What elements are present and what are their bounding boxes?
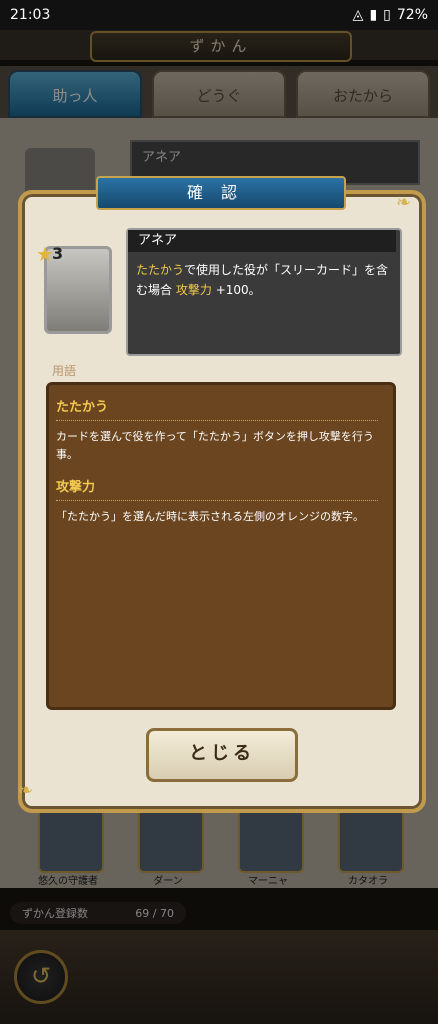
term-divider (56, 500, 378, 501)
term-text: 「たたかう」を選んだ時に表示される左側のオレンジの数字。 (56, 510, 364, 523)
term-title: たたかう (56, 400, 109, 415)
rarity-number: 3 (52, 244, 64, 263)
status-time: 21:03 (10, 7, 51, 23)
skill-description: たたかうで使用した役が「スリーカード」を含む場合 攻撃力 +100。 (136, 260, 390, 300)
term-title: 攻撃力 (56, 480, 96, 495)
signal-icon: ▮ (369, 7, 378, 23)
dialog-title: 確認 (96, 176, 346, 210)
status-bar: 21:03 ◬ ▮ ▯ 72% (0, 0, 438, 30)
terms-label: 用語 (52, 364, 77, 378)
battery-percent: 72% (396, 7, 428, 23)
battery-icon: ▯ (383, 7, 391, 23)
skill-stat: 攻撃力 (175, 283, 212, 297)
corner-ornament-icon: ❧ (396, 192, 412, 213)
term-divider (56, 420, 378, 421)
corner-ornament-icon: ❧ (18, 780, 34, 801)
skill-value: +100。 (215, 283, 261, 297)
skill-keyword: たたかう (136, 263, 185, 277)
wifi-icon: ◬ (352, 7, 364, 23)
term-text: カードを選んで役を作って「たたかう」ボタンを押し攻撃を行う事。 (56, 430, 374, 461)
close-button[interactable]: とじる (146, 728, 298, 782)
character-name-title: アネア (128, 230, 396, 252)
